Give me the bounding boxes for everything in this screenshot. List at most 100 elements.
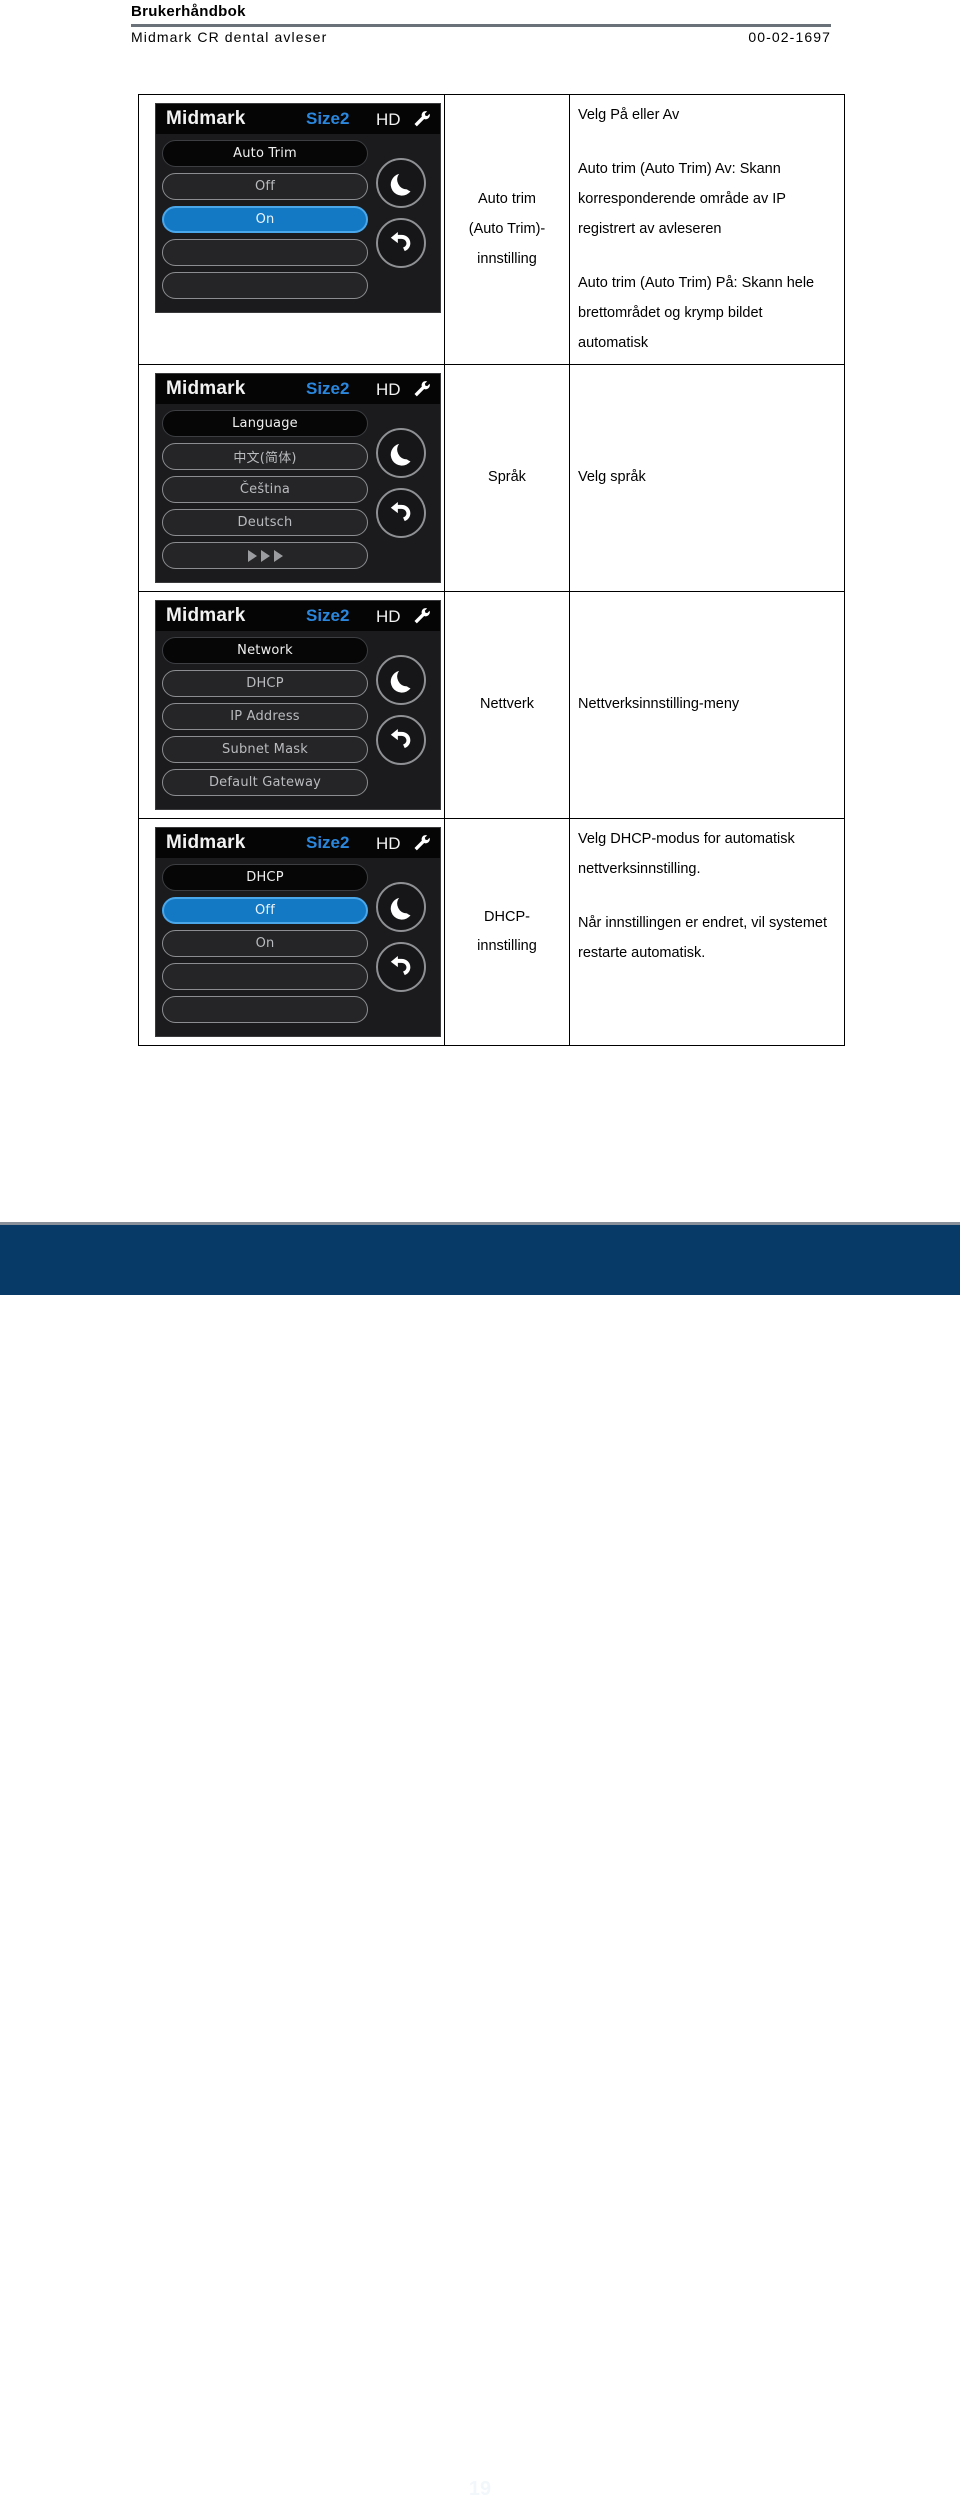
device-menu-item-label: DHCP	[246, 676, 284, 692]
description-paragraph: Auto trim (Auto Trim) Av: Skann korrespo…	[578, 161, 786, 237]
wrench-icon	[414, 111, 430, 127]
setting-name-line: (Auto Trim)-	[468, 220, 546, 237]
device-menu-item-label: 中文(简体)	[233, 451, 297, 467]
device-menu-empty-row	[162, 963, 368, 991]
setting-description-cell: Velg DHCP-modus for automatisk nettverks…	[569, 818, 845, 1047]
device-screen-mock: Midmark Size2 HD DHCP Off On	[155, 827, 441, 1038]
device-quality-label: HD	[376, 607, 401, 627]
device-menu-empty-row	[162, 272, 368, 299]
device-menu-item-label: Auto Trim	[233, 146, 297, 161]
device-menu-item-label: On	[255, 212, 275, 227]
wrench-icon	[414, 381, 430, 397]
device-brand-label: Midmark	[166, 832, 246, 854]
setting-name-cell: Nettverk	[444, 591, 570, 820]
sleep-button[interactable]	[376, 882, 426, 933]
wrench-icon	[414, 835, 430, 851]
device-menu-item[interactable]: Off	[162, 173, 368, 200]
screenshot-cell: Midmark Size2 HD Network DHCP IP Address Subne…	[138, 591, 445, 820]
settings-wrench-icon[interactable]	[412, 109, 432, 129]
device-body: Language 中文(简体) Čeština Deutsch	[156, 404, 440, 575]
setting-name-line: DHCP-	[484, 908, 530, 925]
device-titlebar: Midmark Size2 HD	[156, 601, 440, 632]
device-menu-item-label: Čeština	[239, 482, 291, 498]
manual-title: Brukerhåndbok	[131, 3, 246, 20]
setting-description-cell: Velg På eller Av Auto trim (Auto Trim) Av…	[569, 93, 845, 366]
description-paragraph: Auto trim (Auto Trim) På: Skann hele bre…	[578, 275, 815, 351]
device-size-label: Size2	[306, 606, 350, 626]
description-paragraph: Velg språk	[578, 469, 646, 486]
header-divider	[131, 24, 831, 27]
device-menu-list: DHCP Off On	[162, 864, 368, 1029]
device-titlebar: Midmark Size2 HD	[156, 374, 440, 405]
device-size-label: Size2	[306, 379, 350, 399]
description-paragraph: Når innstillingen er endret, vil systeme…	[578, 915, 828, 962]
device-menu-item-label: Off	[255, 179, 275, 194]
back-arrow-icon	[390, 729, 411, 749]
table-row: Midmark Size2 HD Auto Trim Off On Auto trim (Au…	[138, 93, 845, 366]
screenshot-cell: Midmark Size2 HD DHCP Off On	[138, 818, 445, 1047]
device-menu-item-label: Subnet Mask	[222, 742, 308, 758]
device-menu-item[interactable]: DHCP	[162, 670, 368, 698]
device-side-buttons	[368, 140, 434, 305]
setting-name-cell: Språk	[444, 364, 570, 593]
device-brand-label: Midmark	[166, 378, 246, 400]
wrench-icon	[414, 608, 430, 624]
device-brand-label: Midmark	[166, 605, 246, 627]
device-side-buttons	[368, 410, 434, 575]
sleep-button[interactable]	[376, 428, 426, 479]
back-arrow-icon	[390, 956, 411, 976]
setting-name-cell: DHCP-innstilling	[444, 818, 570, 1047]
device-menu-list: Language 中文(简体) Čeština Deutsch	[162, 410, 368, 575]
device-menu-empty-row	[162, 996, 368, 1024]
back-button[interactable]	[376, 715, 426, 766]
device-body: DHCP Off On	[156, 858, 440, 1029]
setting-description-cell: Velg språk	[569, 364, 845, 593]
setting-name-line: Auto trim	[477, 191, 536, 208]
device-size-label: Size2	[306, 109, 350, 128]
device-menu-item[interactable]: IP Address	[162, 703, 368, 731]
setting-name-line: innstilling	[477, 938, 537, 955]
device-menu-item-label: DHCP	[246, 870, 284, 886]
moon-icon	[390, 444, 411, 466]
device-menu-item-label: On	[255, 936, 275, 952]
device-titlebar: Midmark Size2 HD	[156, 104, 440, 134]
device-menu-item[interactable]: Subnet Mask	[162, 736, 368, 764]
settings-wrench-icon[interactable]	[412, 379, 432, 399]
settings-wrench-icon[interactable]	[412, 833, 432, 853]
setting-name-line: innstilling	[477, 250, 537, 267]
table-row: Midmark Size2 HD Language 中文(简体) Čeština Deuts…	[138, 364, 845, 593]
device-size-label: Size2	[306, 833, 350, 853]
settings-wrench-icon[interactable]	[412, 606, 432, 626]
back-button[interactable]	[376, 488, 426, 539]
device-side-buttons	[368, 864, 434, 1029]
device-menu-next-page-button[interactable]	[162, 542, 368, 570]
sleep-button[interactable]	[376, 158, 426, 208]
device-menu-item[interactable]: Off	[162, 897, 368, 925]
device-menu-item[interactable]: Default Gateway	[162, 769, 368, 797]
device-menu-header: Auto Trim	[162, 140, 368, 167]
description-paragraph: Velg På eller Av	[578, 107, 680, 123]
description-paragraph: Nettverksinnstilling-meny	[578, 696, 740, 713]
device-screen-mock: Midmark Size2 HD Auto Trim Off On	[155, 103, 441, 313]
device-menu-header: DHCP	[162, 864, 368, 892]
device-menu-item[interactable]: On	[162, 206, 368, 233]
device-menu-list: Auto Trim Off On	[162, 140, 368, 305]
device-screen-mock: Midmark Size2 HD Network DHCP IP Address Subne…	[155, 600, 441, 811]
device-menu-item[interactable]: 中文(简体)	[162, 443, 368, 471]
device-menu-item[interactable]: On	[162, 930, 368, 958]
device-menu-header: Language	[162, 410, 368, 438]
device-menu-item[interactable]: Deutsch	[162, 509, 368, 537]
device-menu-item-label: IP Address	[230, 709, 300, 725]
device-menu-list: Network DHCP IP Address Subnet Mask Default …	[162, 637, 368, 802]
device-menu-header: Network	[162, 637, 368, 665]
sleep-button[interactable]	[376, 655, 426, 706]
device-menu-item-label: Off	[255, 903, 275, 919]
device-screen-mock: Midmark Size2 HD Language 中文(简体) Čeština Deuts…	[155, 373, 441, 584]
device-menu-item-label: Network	[237, 643, 293, 659]
back-button[interactable]	[376, 218, 426, 268]
device-menu-item[interactable]: Čeština	[162, 476, 368, 504]
document-number: 00-02-1697	[748, 29, 831, 45]
back-button[interactable]	[376, 942, 426, 993]
device-titlebar: Midmark Size2 HD	[156, 828, 440, 859]
moon-icon	[390, 173, 411, 196]
